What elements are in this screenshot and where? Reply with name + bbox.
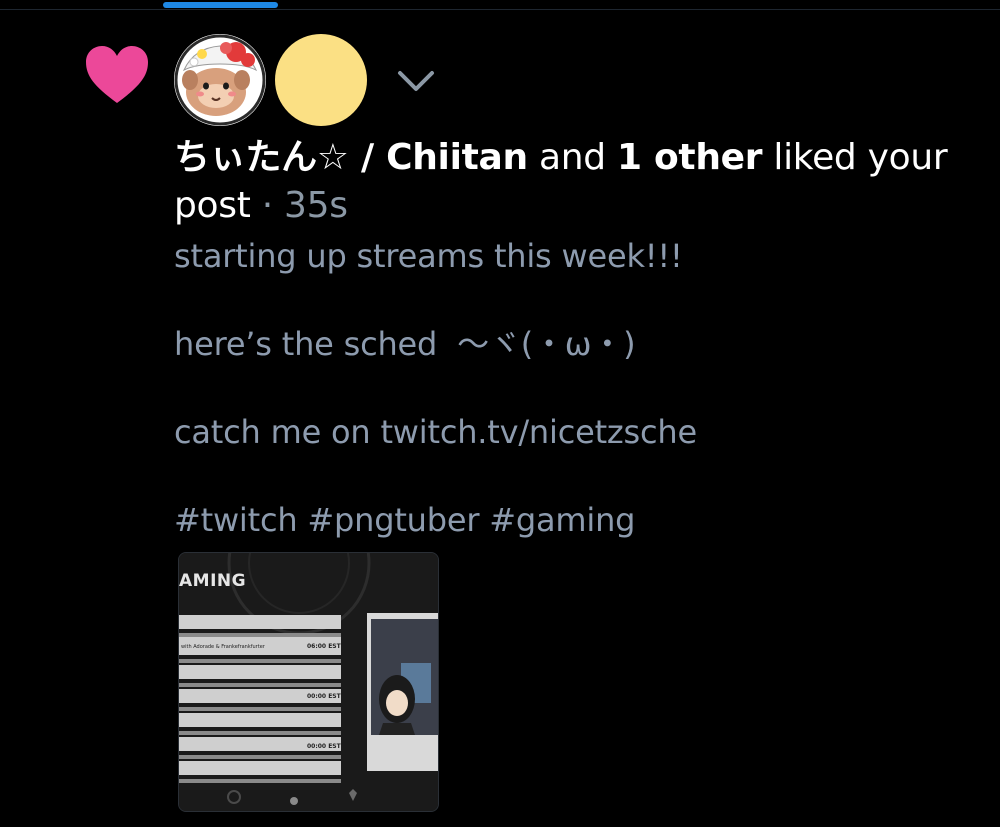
chevron-down-icon[interactable] xyxy=(396,66,436,96)
others-link[interactable]: 1 other xyxy=(617,137,763,178)
timestamp: 35s xyxy=(284,185,348,226)
thumbnail-title: AMING xyxy=(179,571,247,591)
separator-dot: · xyxy=(261,185,273,226)
thumbnail-time-1: 06:00 EST xyxy=(307,643,341,650)
post-line-3: catch me on twitch.tv/nicetzsche xyxy=(174,413,697,451)
notification-text: ちぃたん☆ / Chiitan and 1 other liked your p… xyxy=(174,134,974,230)
conjunction-text: and xyxy=(539,137,606,178)
post-line-2: here’s the sched ～ヾ(・ω・) xyxy=(174,325,636,363)
avatar-chiitan[interactable] xyxy=(174,34,266,126)
avatar-other-user[interactable] xyxy=(275,34,367,126)
actor-name-link[interactable]: ちぃたん☆ / Chiitan xyxy=(174,137,528,178)
heart-icon xyxy=(86,46,148,103)
top-tab-bar xyxy=(0,0,1000,10)
thumbnail-row-1-text: with Adorade & Frankefrankfurter xyxy=(181,644,265,650)
chiitan-avatar-art xyxy=(174,34,266,126)
post-hashtags: #twitch #pngtuber #gaming xyxy=(174,501,636,539)
post-image-thumbnail[interactable]: AMING with Adorade & Frankefrankfurter 0… xyxy=(178,552,439,812)
active-tab-indicator xyxy=(163,2,278,8)
schedule-image-preview xyxy=(179,553,438,811)
post-line-1: starting up streams this week!!! xyxy=(174,237,683,275)
thumbnail-time-2: 00:00 EST xyxy=(307,693,341,700)
thumbnail-time-3: 00:00 EST xyxy=(307,743,341,750)
